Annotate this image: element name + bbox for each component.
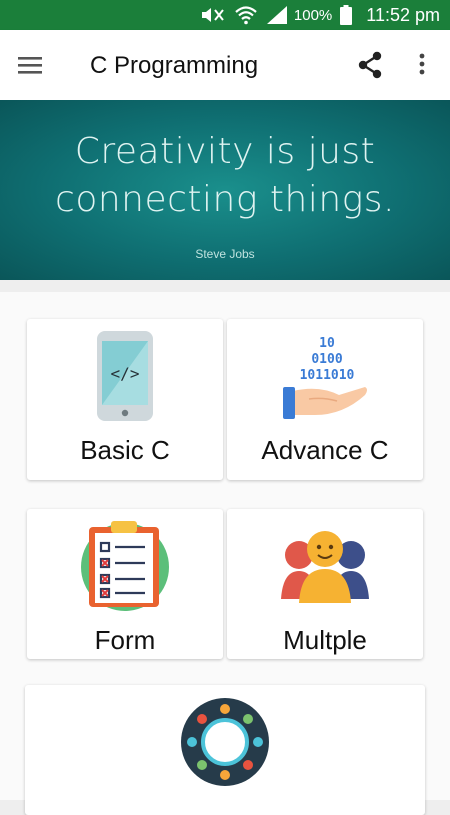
clipboard-checklist-icon xyxy=(79,519,171,616)
binary-line-2: 0100 xyxy=(311,352,342,367)
content-area: </> Basic C 10 0100 1011010 Advance C Fo… xyxy=(0,280,450,815)
quote-line-1: Creativity is just xyxy=(74,131,376,172)
status-time: 11:52 pm xyxy=(366,4,440,25)
wifi-icon xyxy=(234,5,258,25)
network-card[interactable] xyxy=(25,685,425,815)
quote-author: Steve Jobs xyxy=(195,247,255,261)
advance-c-label: Advance C xyxy=(261,435,389,465)
multiple-label: Multple xyxy=(283,625,367,655)
menu-icon[interactable] xyxy=(16,52,44,78)
app-title: C Programming xyxy=(90,52,259,79)
basic-c-label: Basic C xyxy=(80,435,170,465)
binary-line-3: 1011010 xyxy=(300,368,355,383)
quote-banner: Creativity is just connecting things. St… xyxy=(0,100,450,280)
advance-c-card[interactable]: 10 0100 1011010 Advance C xyxy=(227,319,423,480)
network-circle-icon xyxy=(180,697,270,792)
binary-line-1: 10 xyxy=(319,336,335,351)
mute-icon xyxy=(200,6,226,24)
status-bar: 100% 11:52 pm xyxy=(0,0,450,30)
more-options-icon[interactable] xyxy=(412,52,432,78)
people-group-icon xyxy=(279,529,371,610)
app-bar: C Programming xyxy=(0,30,450,100)
quote-line-2: connecting things. xyxy=(55,179,395,220)
share-icon[interactable] xyxy=(356,50,384,80)
binary-hand-icon: 10 0100 1011010 xyxy=(279,329,371,426)
battery-percent: 100% xyxy=(293,6,333,24)
battery-icon xyxy=(340,5,353,25)
quote-text: Creativity is just connecting things. xyxy=(0,128,450,224)
signal-icon xyxy=(266,5,288,25)
form-card[interactable]: Form xyxy=(27,509,223,659)
phone-code-icon: </> xyxy=(97,331,153,426)
form-label: Form xyxy=(94,625,156,655)
multiple-card[interactable]: Multple xyxy=(227,509,423,659)
phone-code-text: </> xyxy=(111,364,140,383)
basic-c-card[interactable]: </> Basic C xyxy=(27,319,223,480)
